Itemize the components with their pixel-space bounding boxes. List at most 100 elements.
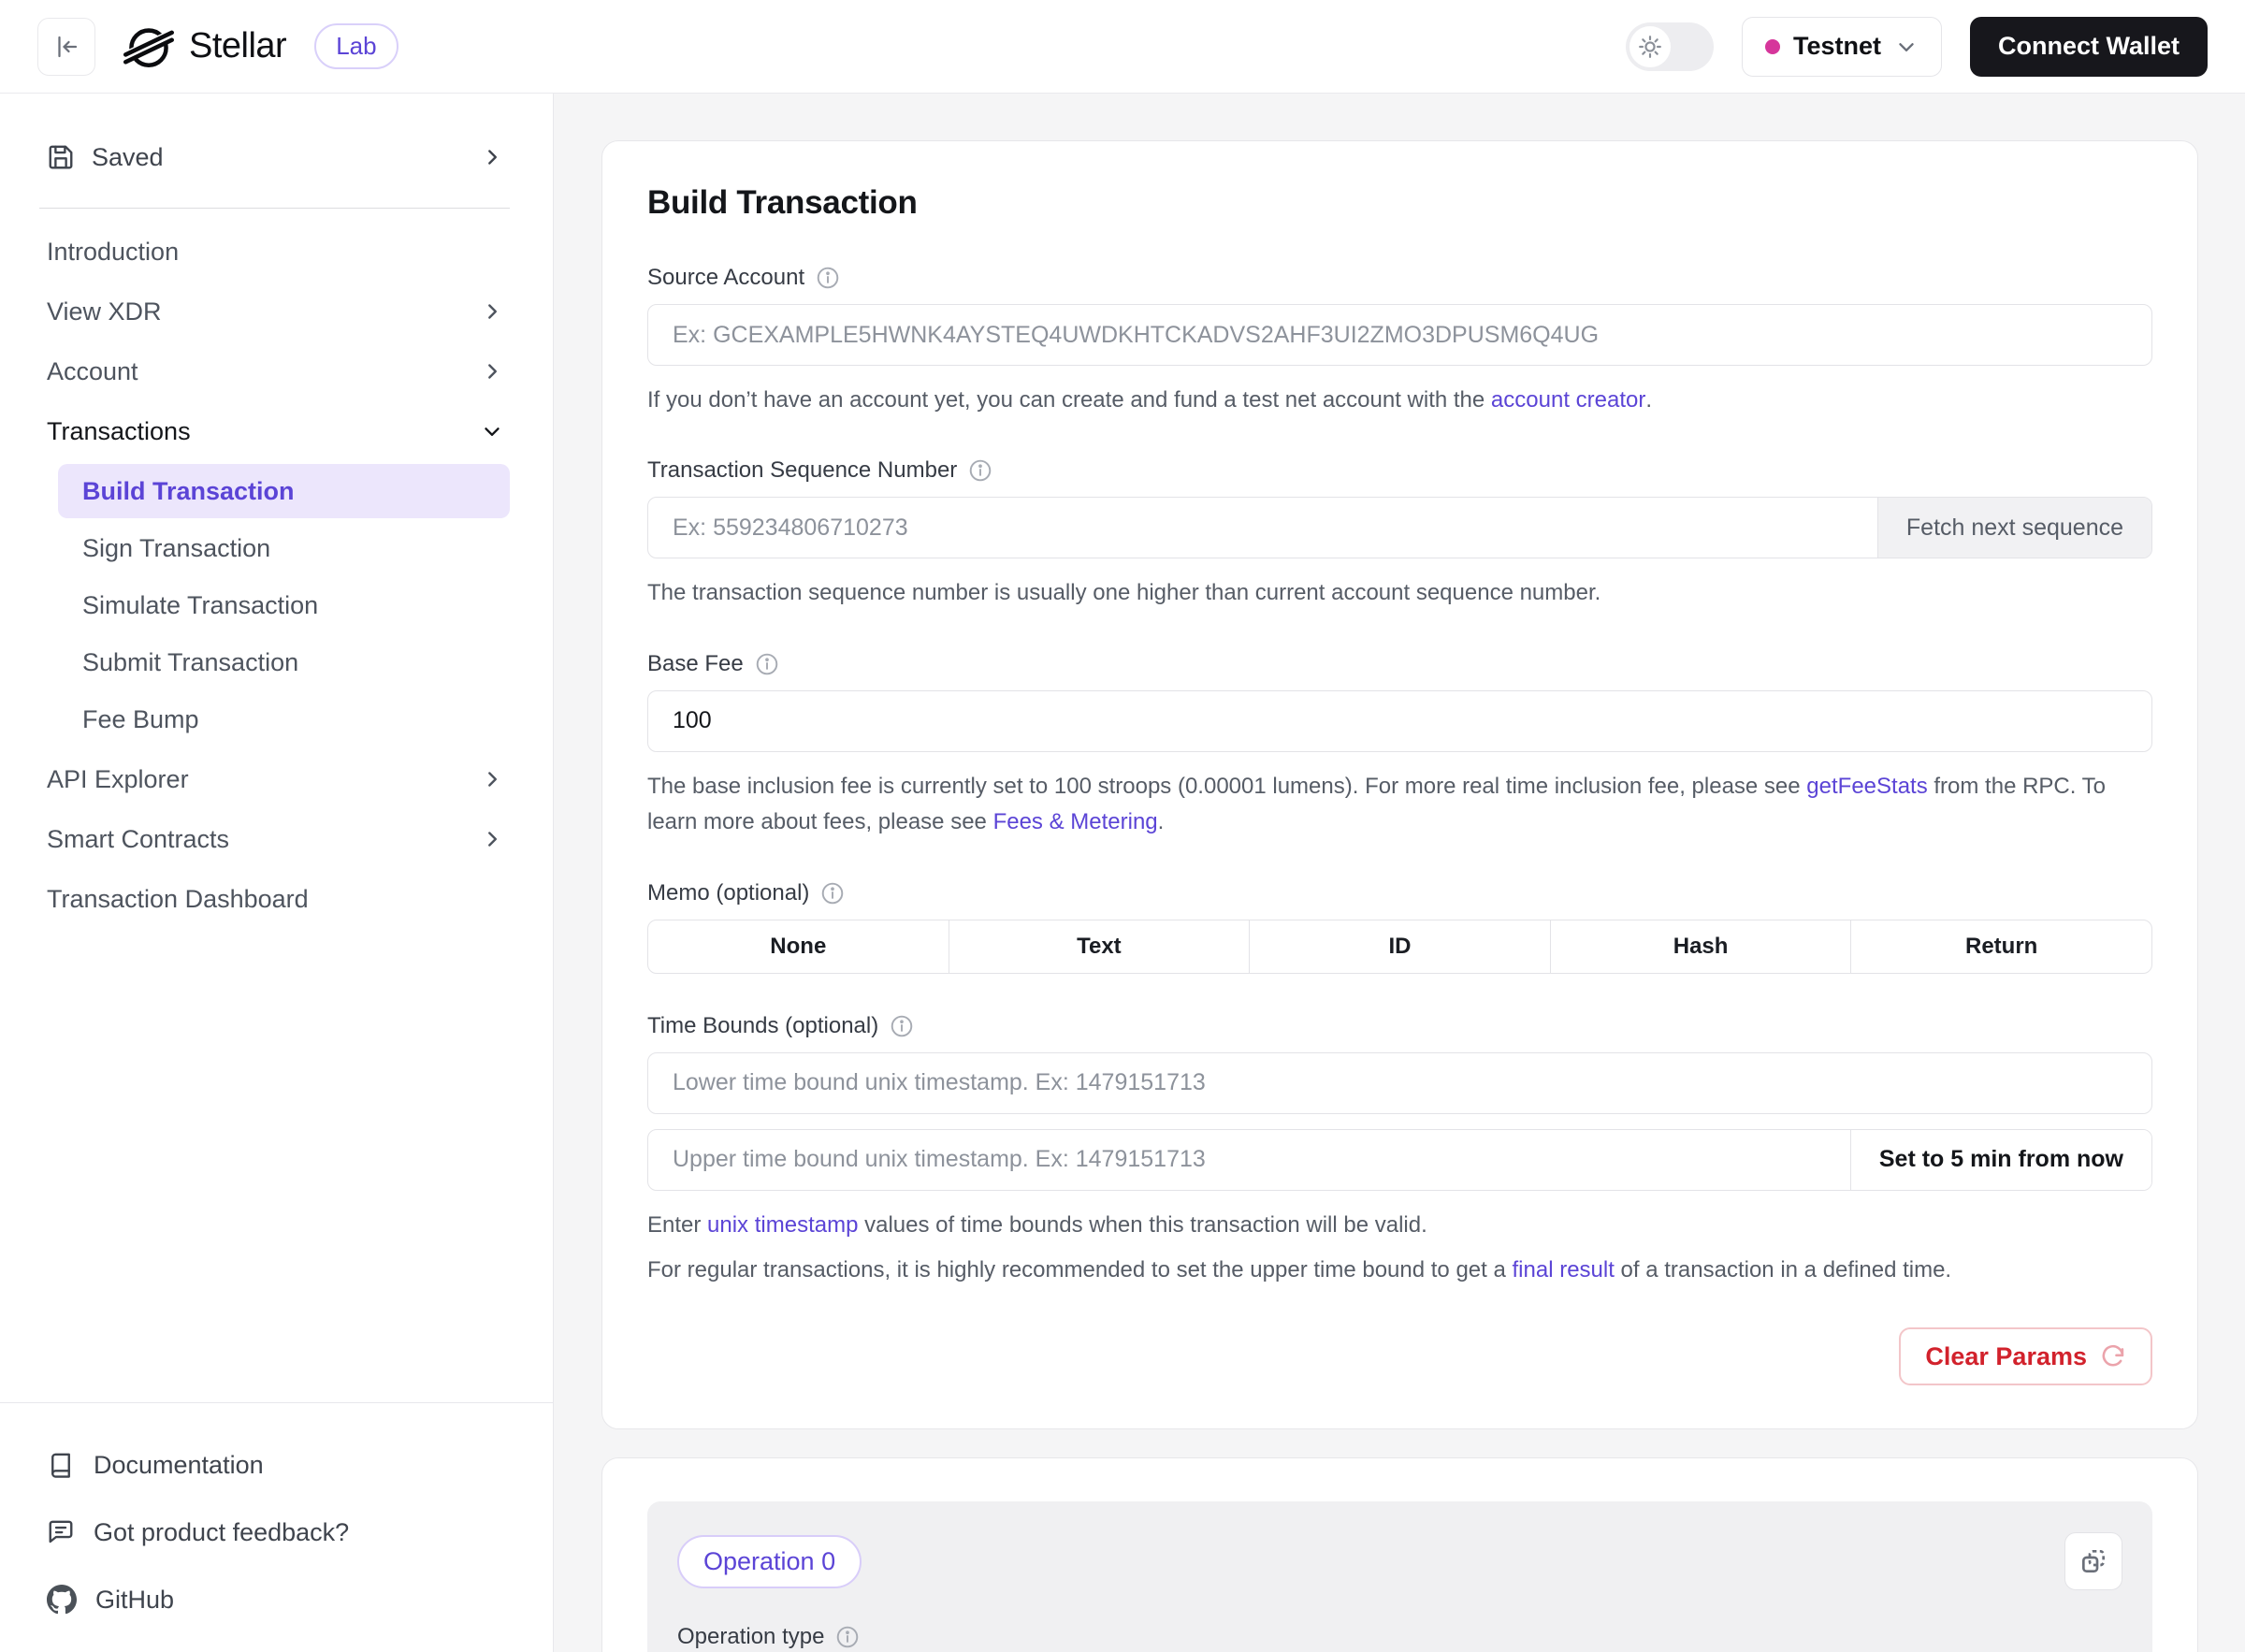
- sidebar-item-label: Got product feedback?: [94, 1518, 349, 1547]
- getfeestats-link[interactable]: getFeeStats: [1806, 774, 1927, 799]
- sidebar-item-label: Simulate Transaction: [82, 591, 318, 620]
- build-transaction-card: Build Transaction Source Account If you …: [601, 140, 2198, 1429]
- source-account-field: Source Account If you don’t have an acco…: [647, 265, 2152, 418]
- help-text: Enter: [647, 1212, 707, 1238]
- sidebar: Saved Introduction View XDR Account Tran…: [0, 94, 554, 1652]
- app-header: Stellar Lab Testnet: [0, 0, 2245, 94]
- account-creator-link[interactable]: account creator: [1491, 387, 1645, 413]
- memo-option-hash[interactable]: Hash: [1550, 920, 1851, 973]
- sidebar-item-introduction[interactable]: Introduction: [0, 222, 553, 282]
- set-5-min-button[interactable]: Set to 5 min from now: [1850, 1130, 2151, 1190]
- stellar-logo-icon: [123, 22, 174, 72]
- sidebar-item-label: Smart Contracts: [47, 825, 229, 854]
- sidebar-item-view-xdr[interactable]: View XDR: [0, 282, 553, 341]
- info-icon[interactable]: [820, 881, 845, 906]
- connect-wallet-button[interactable]: Connect Wallet: [1970, 17, 2208, 77]
- sidebar-item-transaction-dashboard[interactable]: Transaction Dashboard: [0, 869, 553, 929]
- info-icon[interactable]: [968, 458, 992, 483]
- base-fee-input[interactable]: [647, 690, 2152, 752]
- memo-option-id[interactable]: ID: [1249, 920, 1550, 973]
- chevron-right-icon: [480, 145, 504, 169]
- sidebar-item-label: Submit Transaction: [82, 648, 298, 677]
- page-title: Build Transaction: [647, 184, 2152, 222]
- chevron-right-icon: [480, 359, 504, 384]
- duplicate-operation-button[interactable]: [2064, 1532, 2122, 1590]
- copy-icon: [2078, 1546, 2108, 1576]
- clear-params-label: Clear Params: [1925, 1342, 2087, 1371]
- clear-params-button[interactable]: Clear Params: [1899, 1327, 2152, 1385]
- sidebar-item-build-transaction[interactable]: Build Transaction: [58, 464, 510, 518]
- info-icon[interactable]: [890, 1014, 914, 1038]
- field-label: Source Account: [647, 265, 804, 291]
- help-text: values of time bounds when this transact…: [858, 1212, 1427, 1238]
- sidebar-item-label: Build Transaction: [82, 477, 295, 506]
- field-label: Transaction Sequence Number: [647, 457, 957, 484]
- chevron-right-icon: [480, 299, 504, 324]
- operation-panel: Operation 0 Operation type Select operat…: [647, 1501, 2152, 1652]
- sidebar-item-label: Introduction: [47, 238, 179, 267]
- sidebar-item-label: Saved: [92, 143, 164, 172]
- sidebar-footer: Documentation Got product feedback? GitH…: [0, 1402, 553, 1652]
- memo-field: Memo (optional) None Text ID Hash Return: [647, 880, 2152, 974]
- help-text: For regular transactions, it is highly r…: [647, 1257, 1513, 1282]
- lower-time-bound-input[interactable]: [647, 1052, 2152, 1114]
- sidebar-item-api-explorer[interactable]: API Explorer: [0, 749, 553, 809]
- memo-option-return[interactable]: Return: [1850, 920, 2151, 973]
- final-result-link[interactable]: final result: [1513, 1257, 1615, 1282]
- network-selector[interactable]: Testnet: [1742, 17, 1942, 77]
- sidebar-item-label: Transactions: [47, 417, 191, 446]
- memo-option-none[interactable]: None: [648, 920, 949, 973]
- sidebar-item-label: Sign Transaction: [82, 534, 270, 563]
- github-icon: [47, 1585, 77, 1615]
- info-icon[interactable]: [755, 652, 779, 676]
- brand-name: Stellar: [189, 26, 286, 66]
- source-account-help: If you don’t have an account yet, you ca…: [647, 383, 2152, 418]
- fees-metering-link[interactable]: Fees & Metering: [993, 809, 1158, 834]
- sidebar-item-documentation[interactable]: Documentation: [47, 1431, 506, 1499]
- time-bounds-field: Time Bounds (optional) Set to 5 min from…: [647, 1013, 2152, 1289]
- sidebar-item-simulate-transaction[interactable]: Simulate Transaction: [0, 578, 553, 632]
- field-label: Base Fee: [647, 651, 744, 677]
- source-account-input[interactable]: [647, 304, 2152, 366]
- memo-option-text[interactable]: Text: [949, 920, 1250, 973]
- stellar-logo[interactable]: Stellar: [123, 22, 286, 72]
- help-text: .: [1645, 387, 1652, 413]
- collapse-sidebar-button[interactable]: [37, 18, 95, 76]
- sidebar-item-github[interactable]: GitHub: [47, 1566, 506, 1633]
- chevron-down-icon: [480, 419, 504, 443]
- field-label: Time Bounds (optional): [647, 1013, 878, 1039]
- field-label: Operation type: [677, 1624, 824, 1650]
- chevron-right-icon: [480, 827, 504, 851]
- sequence-number-input[interactable]: [648, 498, 1877, 558]
- sidebar-item-saved[interactable]: Saved: [0, 127, 553, 187]
- sidebar-item-sign-transaction[interactable]: Sign Transaction: [0, 521, 553, 575]
- sidebar-item-transactions[interactable]: Transactions: [0, 401, 553, 461]
- time-bounds-help-2: For regular transactions, it is highly r…: [647, 1253, 2152, 1288]
- help-text: .: [1158, 809, 1165, 834]
- operation-badge[interactable]: Operation 0: [677, 1535, 862, 1588]
- info-icon[interactable]: [816, 266, 840, 290]
- memo-type-segmented-control: None Text ID Hash Return: [647, 920, 2152, 974]
- sidebar-item-feedback[interactable]: Got product feedback?: [47, 1499, 506, 1566]
- sidebar-item-account[interactable]: Account: [0, 341, 553, 401]
- sidebar-item-submit-transaction[interactable]: Submit Transaction: [0, 635, 553, 689]
- main-content: Build Transaction Source Account If you …: [554, 94, 2245, 1652]
- sidebar-divider: [39, 208, 510, 209]
- base-fee-field: Base Fee The base inclusion fee is curre…: [647, 651, 2152, 841]
- sidebar-item-fee-bump[interactable]: Fee Bump: [0, 692, 553, 746]
- upper-time-bound-input[interactable]: [648, 1130, 1850, 1190]
- network-label: Testnet: [1793, 32, 1881, 61]
- sequence-number-field: Transaction Sequence Number Fetch next s…: [647, 457, 2152, 611]
- sidebar-item-label: Fee Bump: [82, 705, 199, 734]
- sidebar-item-label: View XDR: [47, 297, 162, 326]
- chevron-down-icon: [1894, 35, 1919, 59]
- info-icon[interactable]: [835, 1625, 860, 1649]
- lab-badge: Lab: [314, 23, 398, 69]
- unix-timestamp-link[interactable]: unix timestamp: [707, 1212, 858, 1238]
- sidebar-item-label: GitHub: [95, 1586, 174, 1615]
- time-bounds-help-1: Enter unix timestamp values of time boun…: [647, 1208, 2152, 1243]
- theme-toggle[interactable]: [1626, 22, 1714, 71]
- fetch-next-sequence-button[interactable]: Fetch next sequence: [1877, 498, 2151, 558]
- sidebar-item-smart-contracts[interactable]: Smart Contracts: [0, 809, 553, 869]
- help-text: If you don’t have an account yet, you ca…: [647, 387, 1491, 413]
